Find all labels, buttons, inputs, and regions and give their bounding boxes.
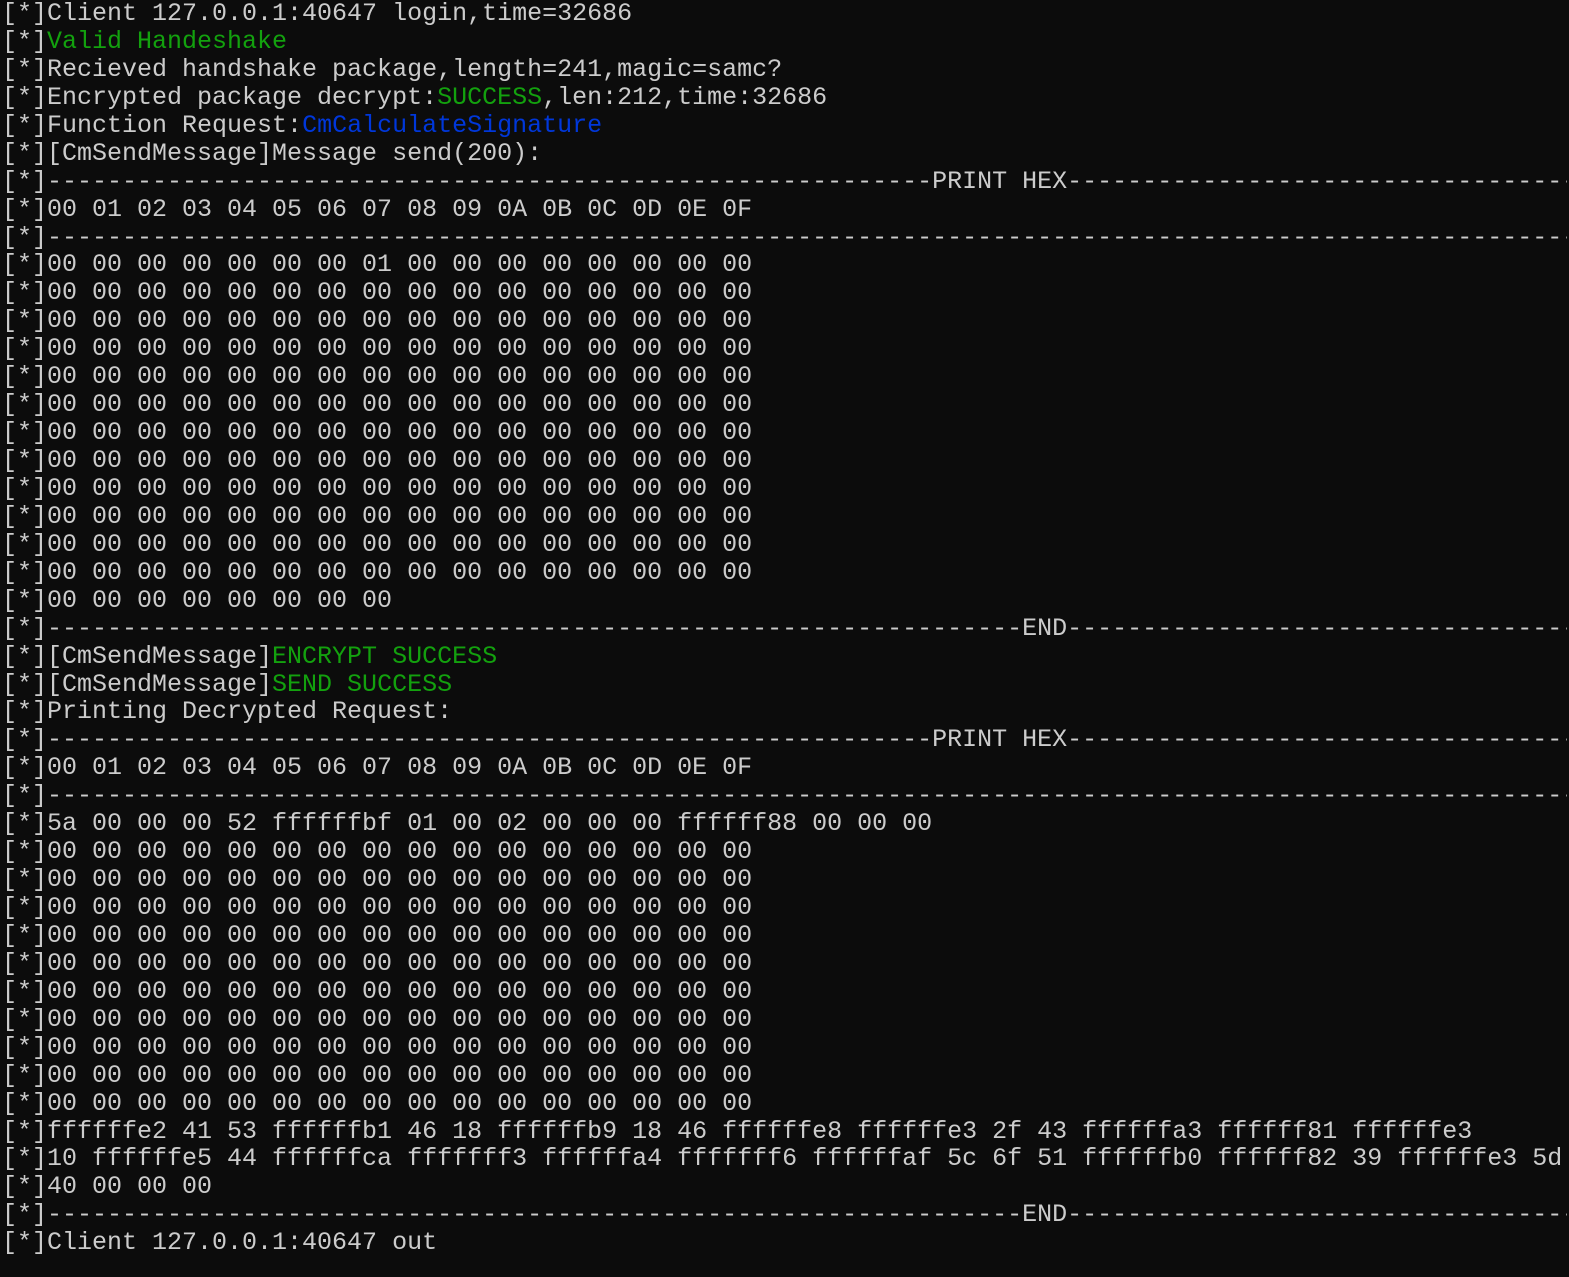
status-text-success: SEND SUCCESS bbox=[272, 670, 453, 699]
log-text: [*]00 00 00 00 00 00 00 00 00 00 00 00 0… bbox=[2, 530, 753, 559]
terminal-line: [*]00 00 00 00 00 00 00 00 00 00 00 00 0… bbox=[2, 279, 1567, 307]
terminal-line: [*]00 01 02 03 04 05 06 07 08 09 0A 0B 0… bbox=[2, 754, 1567, 782]
log-text: [*]00 00 00 00 00 00 00 00 00 00 00 00 0… bbox=[2, 279, 753, 308]
log-text: [*]00 01 02 03 04 05 06 07 08 09 0A 0B 0… bbox=[2, 195, 753, 224]
terminal-line: [*]Encrypted package decrypt:SUCCESS,len… bbox=[2, 84, 1567, 112]
terminal-line: [*]00 01 02 03 04 05 06 07 08 09 0A 0B 0… bbox=[2, 196, 1567, 224]
terminal-line: [*]00 00 00 00 00 00 00 00 00 00 00 00 0… bbox=[2, 1034, 1567, 1062]
terminal-line: [*]00 00 00 00 00 00 00 00 00 00 00 00 0… bbox=[2, 531, 1567, 559]
terminal-line: [*]00 00 00 00 00 00 00 00 00 00 00 00 0… bbox=[2, 950, 1567, 978]
log-text: [*]-------------------------------------… bbox=[2, 223, 1567, 252]
terminal-line: [*]00 00 00 00 00 00 00 00 00 00 00 00 0… bbox=[2, 1090, 1567, 1118]
terminal-line: [*]5a 00 00 00 52 ffffffbf 01 00 02 00 0… bbox=[2, 810, 1567, 838]
log-text: [*]00 01 02 03 04 05 06 07 08 09 0A 0B 0… bbox=[2, 754, 753, 783]
terminal-line: [*]00 00 00 00 00 00 00 00 00 00 00 00 0… bbox=[2, 978, 1567, 1006]
log-text: [*]00 00 00 00 00 00 00 00 00 00 00 00 0… bbox=[2, 1005, 753, 1034]
terminal-line: [*]00 00 00 00 00 00 00 00 00 00 00 00 0… bbox=[2, 866, 1567, 894]
terminal-line: [*]Recieved handshake package,length=241… bbox=[2, 56, 1567, 84]
status-text-success: Valid Handeshake bbox=[47, 27, 288, 56]
terminal-line: [*]00 00 00 00 00 00 00 00 00 00 00 00 0… bbox=[2, 447, 1567, 475]
terminal-line: [*]00 00 00 00 00 00 00 00 00 00 00 00 0… bbox=[2, 894, 1567, 922]
log-text: [*][CmSendMessage]Message send(200): bbox=[2, 139, 543, 168]
log-text: [*]Function Request: bbox=[2, 111, 303, 140]
log-text: [*]ffffffe2 41 53 ffffffb1 46 18 ffffffb… bbox=[2, 1117, 1473, 1146]
terminal-line: [*]00 00 00 00 00 00 00 00 00 00 00 00 0… bbox=[2, 419, 1567, 447]
log-text: [*]00 00 00 00 00 00 00 00 00 00 00 00 0… bbox=[2, 502, 753, 531]
log-text: [*]-------------------------------------… bbox=[2, 726, 1567, 755]
log-text: [*]00 00 00 00 00 00 00 00 00 00 00 00 0… bbox=[2, 363, 753, 392]
terminal-line: [*]00 00 00 00 00 00 00 01 00 00 00 00 0… bbox=[2, 251, 1567, 279]
log-text: [*]-------------------------------------… bbox=[2, 1201, 1567, 1230]
log-text: [*]-------------------------------------… bbox=[2, 614, 1567, 643]
log-text: [*]00 00 00 00 00 00 00 00 00 00 00 00 0… bbox=[2, 307, 753, 336]
terminal-line: [*]-------------------------------------… bbox=[2, 1201, 1567, 1229]
terminal-line: [*]ffffffe2 41 53 ffffffb1 46 18 ffffffb… bbox=[2, 1118, 1567, 1146]
log-text: [*]00 00 00 00 00 00 00 00 00 00 00 00 0… bbox=[2, 419, 753, 447]
terminal-line: [*]Valid Handeshake bbox=[2, 28, 1567, 56]
log-text: [*]00 00 00 00 00 00 00 00 00 00 00 00 0… bbox=[2, 447, 753, 475]
terminal-line: [*]00 00 00 00 00 00 00 00 00 00 00 00 0… bbox=[2, 335, 1567, 363]
log-text: [*]Client 127.0.0.1:40647 login,time=326… bbox=[2, 0, 633, 28]
log-text: [*]00 00 00 00 00 00 00 00 00 00 00 00 0… bbox=[2, 1033, 753, 1062]
log-text: [*]00 00 00 00 00 00 00 00 00 00 00 00 0… bbox=[2, 921, 753, 950]
log-text: [*][CmSendMessage] bbox=[2, 670, 273, 699]
terminal-line: [*]00 00 00 00 00 00 00 00 00 00 00 00 0… bbox=[2, 1006, 1567, 1034]
function-name-text: CmCalculateSignature bbox=[302, 111, 603, 140]
log-text: [*]40 00 00 00 bbox=[2, 1173, 213, 1202]
terminal-line: [*]40 00 00 00 bbox=[2, 1173, 1567, 1201]
status-text-success: ENCRYPT SUCCESS bbox=[272, 642, 498, 671]
terminal-output[interactable]: [*]Client 127.0.0.1:40647 login,time=326… bbox=[2, 0, 1567, 1277]
log-text: [*]00 00 00 00 00 00 00 00 00 00 00 00 0… bbox=[2, 894, 753, 922]
log-text: [*]-------------------------------------… bbox=[2, 782, 1567, 811]
terminal-line: [*]-------------------------------------… bbox=[2, 615, 1567, 643]
log-text: [*]-------------------------------------… bbox=[2, 167, 1567, 196]
log-text: [*]00 00 00 00 00 00 00 00 00 00 00 00 0… bbox=[2, 1061, 753, 1090]
terminal-line: [*]00 00 00 00 00 00 00 00 00 00 00 00 0… bbox=[2, 559, 1567, 587]
log-text: [*]Recieved handshake package,length=241… bbox=[2, 55, 783, 84]
terminal-line: [*]10 ffffffe5 44 ffffffca fffffff3 ffff… bbox=[2, 1145, 1567, 1173]
log-text: [*]00 00 00 00 00 00 00 01 00 00 00 00 0… bbox=[2, 251, 753, 280]
terminal-line: [*]-------------------------------------… bbox=[2, 726, 1567, 754]
terminal-line: [*]00 00 00 00 00 00 00 00 00 00 00 00 0… bbox=[2, 922, 1567, 950]
terminal-line: [*]-------------------------------------… bbox=[2, 168, 1567, 196]
log-text: [*]00 00 00 00 00 00 00 00 00 00 00 00 0… bbox=[2, 977, 753, 1006]
terminal-line: [*]00 00 00 00 00 00 00 00 00 00 00 00 0… bbox=[2, 391, 1567, 419]
terminal-line: [*]-------------------------------------… bbox=[2, 224, 1567, 252]
terminal-line: [*]Printing Decrypted Request: bbox=[2, 698, 1567, 726]
log-text: [*][CmSendMessage] bbox=[2, 642, 273, 671]
log-text: [*] bbox=[2, 27, 48, 56]
status-text-success: SUCCESS bbox=[437, 83, 543, 112]
terminal-line: [*]00 00 00 00 00 00 00 00 00 00 00 00 0… bbox=[2, 838, 1567, 866]
log-text: [*]00 00 00 00 00 00 00 00 00 00 00 00 0… bbox=[2, 558, 753, 587]
terminal-line: [*]00 00 00 00 00 00 00 00 bbox=[2, 587, 1567, 615]
log-text: [*]5a 00 00 00 52 ffffffbf 01 00 02 00 0… bbox=[2, 810, 933, 839]
terminal-line: [*]00 00 00 00 00 00 00 00 00 00 00 00 0… bbox=[2, 363, 1567, 391]
log-text: [*]Printing Decrypted Request: bbox=[2, 698, 453, 727]
log-text: [*]00 00 00 00 00 00 00 00 00 00 00 00 0… bbox=[2, 474, 753, 503]
terminal-line: [*]Client 127.0.0.1:40647 login,time=326… bbox=[2, 0, 1567, 28]
terminal-line: [*][CmSendMessage]ENCRYPT SUCCESS bbox=[2, 643, 1567, 671]
terminal-line: [*]00 00 00 00 00 00 00 00 00 00 00 00 0… bbox=[2, 503, 1567, 531]
terminal-line: [*]-------------------------------------… bbox=[2, 782, 1567, 810]
terminal-line: [*]00 00 00 00 00 00 00 00 00 00 00 00 0… bbox=[2, 475, 1567, 503]
terminal-line: [*]Client 127.0.0.1:40647 out bbox=[2, 1229, 1567, 1257]
log-text: [*]00 00 00 00 00 00 00 00 00 00 00 00 0… bbox=[2, 866, 753, 894]
log-text: [*]00 00 00 00 00 00 00 00 00 00 00 00 0… bbox=[2, 1089, 753, 1118]
log-text: [*]00 00 00 00 00 00 00 00 00 00 00 00 0… bbox=[2, 391, 753, 420]
log-text: [*]Client 127.0.0.1:40647 out bbox=[2, 1229, 438, 1258]
terminal-line: [*]00 00 00 00 00 00 00 00 00 00 00 00 0… bbox=[2, 307, 1567, 335]
terminal-line: [*]00 00 00 00 00 00 00 00 00 00 00 00 0… bbox=[2, 1062, 1567, 1090]
terminal-line: [*][CmSendMessage]SEND SUCCESS bbox=[2, 671, 1567, 699]
log-text: [*]00 00 00 00 00 00 00 00 00 00 00 00 0… bbox=[2, 838, 753, 867]
log-text: [*]00 00 00 00 00 00 00 00 00 00 00 00 0… bbox=[2, 335, 753, 364]
log-text: ,len:212,time:32686 bbox=[542, 83, 828, 112]
log-text: [*]10 ffffffe5 44 ffffffca fffffff3 ffff… bbox=[2, 1145, 1563, 1174]
terminal-line: [*]Function Request:CmCalculateSignature bbox=[2, 112, 1567, 140]
log-text: [*]00 00 00 00 00 00 00 00 00 00 00 00 0… bbox=[2, 949, 753, 978]
terminal-line: [*][CmSendMessage]Message send(200): bbox=[2, 140, 1567, 168]
log-text: [*]Encrypted package decrypt: bbox=[2, 83, 438, 112]
log-text: [*]00 00 00 00 00 00 00 00 bbox=[2, 586, 393, 615]
